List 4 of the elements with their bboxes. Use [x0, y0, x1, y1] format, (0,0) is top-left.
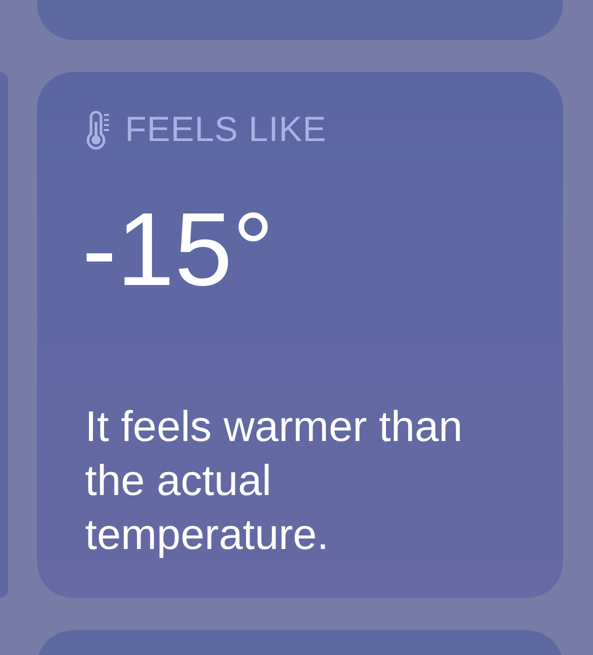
thermometer-icon — [85, 110, 111, 150]
temperature-value: -15° — [82, 198, 275, 302]
description-text: It feels warmer than the actual temperature. — [85, 402, 464, 561]
widget-title: FEELS LIKE — [125, 110, 326, 150]
